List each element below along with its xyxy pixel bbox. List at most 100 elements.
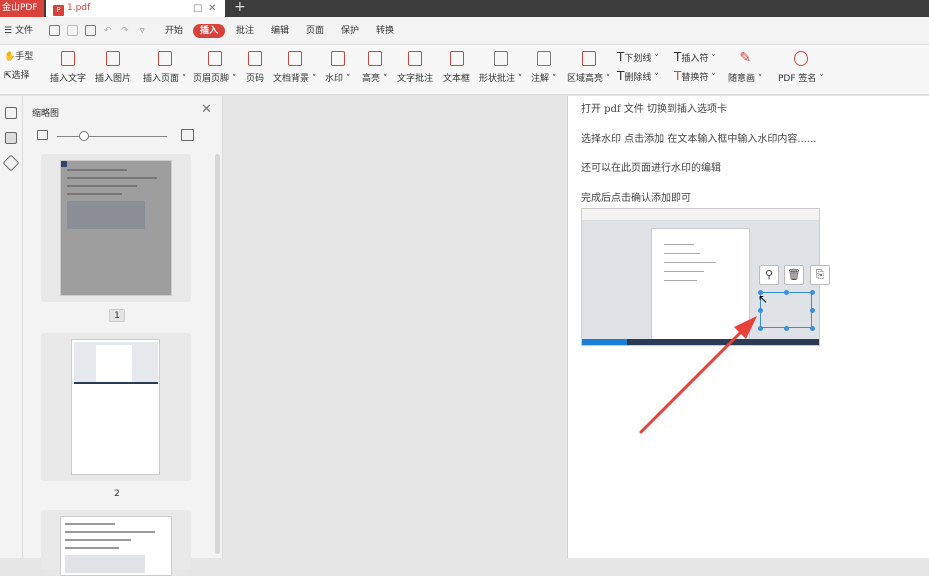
- page-thumbnail-1[interactable]: [60, 160, 172, 296]
- layers-icon[interactable]: [2, 154, 20, 172]
- page-number-2[interactable]: 2: [109, 489, 125, 499]
- copy-icon[interactable]: ⎘: [810, 265, 830, 285]
- menu-file[interactable]: ☰ 文件: [4, 17, 33, 45]
- freehand-button[interactable]: ✎ 随意画 ˅: [728, 51, 762, 85]
- cursor-arrow-icon: ⇱: [4, 71, 12, 81]
- screenshot-text-line: [664, 271, 704, 272]
- page-number-label: 页码: [246, 74, 265, 84]
- page-thumbnail-2[interactable]: [71, 339, 160, 475]
- shape-annotation-button[interactable]: 形状批注 ˅: [479, 51, 522, 84]
- pin-icon[interactable]: ⚲: [759, 265, 779, 285]
- header-footer-button[interactable]: 页眉页脚 ˅: [193, 51, 236, 84]
- menu-edit[interactable]: 编辑: [271, 17, 289, 45]
- app-name[interactable]: 金山PDF: [0, 0, 44, 17]
- strikethrough-label: 删除线: [624, 73, 652, 83]
- undo-icon[interactable]: ↶: [104, 17, 112, 45]
- zoom-in-image-icon[interactable]: [181, 129, 194, 141]
- save-icon[interactable]: [67, 25, 78, 36]
- thumbnail-marker: [61, 161, 67, 167]
- thumbnail-card-2[interactable]: [41, 333, 191, 481]
- menu-bar: ☰ 文件 ↶ ↷ ▿ 开始 插入 批注 编辑 页面 保护 转换: [0, 17, 929, 45]
- screenshot-text-line: [664, 280, 697, 281]
- instruction-line-2: 选择水印 点击添加 在文本输入框中输入水印内容......: [581, 134, 817, 145]
- hand-label: 手型: [15, 52, 34, 62]
- thumbnail-scrollbar[interactable]: [215, 154, 220, 554]
- symbol-group: T插入符 ˅ T替换符 ˅: [674, 48, 716, 86]
- pdf-sign-button[interactable]: PDF 签名 ˅: [778, 51, 824, 84]
- note-button[interactable]: 注解 ˅: [531, 51, 556, 84]
- resize-handle[interactable]: [810, 290, 815, 295]
- select-tool[interactable]: ⇱选择: [4, 67, 33, 86]
- menu-start[interactable]: 开始: [165, 17, 183, 45]
- strikethrough-button[interactable]: T删除线 ˅: [617, 67, 659, 86]
- text-annotation-button[interactable]: 文字批注: [397, 51, 433, 84]
- hamburger-icon: ☰: [4, 26, 13, 36]
- resize-handle[interactable]: [810, 308, 815, 313]
- pdf-sign-label: PDF 签名: [778, 74, 817, 84]
- resize-handle[interactable]: [758, 308, 763, 313]
- hand-select-group: ✋手型 ⇱选择: [4, 48, 33, 86]
- area-highlight-button[interactable]: 区域高亮 ˅: [567, 51, 610, 84]
- quick-access-dropdown-icon[interactable]: ▿: [140, 17, 145, 45]
- page-number-icon: [248, 51, 262, 66]
- screenshot-toolbar: [582, 209, 819, 221]
- header-footer-label: 页眉页脚: [193, 74, 230, 84]
- page-number-1[interactable]: 1: [109, 309, 125, 322]
- insert-text-button[interactable]: 插入文字: [50, 51, 86, 84]
- document-tab[interactable]: P 1.pdf □ ✕: [46, 0, 225, 17]
- doc-background-button[interactable]: 文档背景 ˅: [273, 51, 316, 84]
- resize-handle[interactable]: [810, 326, 815, 331]
- thumbnail-icon[interactable]: [5, 132, 17, 144]
- hand-tool[interactable]: ✋手型: [4, 48, 33, 67]
- insert-symbol-button[interactable]: T插入符 ˅: [674, 48, 716, 67]
- trash-icon[interactable]: 🗑: [784, 265, 804, 285]
- resize-handle[interactable]: [784, 326, 789, 331]
- text-box-icon: [449, 51, 464, 66]
- replace-symbol-button[interactable]: T替换符 ˅: [674, 67, 716, 86]
- menu-page[interactable]: 页面: [306, 17, 324, 45]
- pdf-page: 打开 pdf 文件 切换到插入选项卡 选择水印 点击添加 在文本输入框中输入水印…: [567, 96, 929, 558]
- menu-comment[interactable]: 批注: [236, 17, 254, 45]
- zoom-slider-track[interactable]: [57, 136, 167, 137]
- restore-window-icon[interactable]: □: [193, 0, 202, 17]
- thumbnail-card-1[interactable]: [41, 154, 191, 302]
- insert-page-label: 插入页面: [143, 74, 180, 84]
- watermark-label: 水印: [325, 74, 344, 84]
- thumb-taskbar: [74, 382, 158, 384]
- highlight-button[interactable]: 高亮 ˅: [362, 51, 387, 84]
- resize-handle[interactable]: [758, 326, 763, 331]
- close-tab-icon[interactable]: ✕: [208, 0, 216, 17]
- screenshot-start-area: [582, 339, 627, 345]
- open-icon[interactable]: [49, 25, 60, 36]
- resize-handle[interactable]: [784, 290, 789, 295]
- menu-insert[interactable]: 插入: [193, 24, 226, 38]
- insert-toolbar: ✋手型 ⇱选择 插入文字 插入图片 插入页面 ˅ 页眉页脚 ˅ 页码 文档背景 …: [0, 45, 929, 95]
- screenshot-text-line: [664, 244, 694, 245]
- menu-convert[interactable]: 转换: [376, 17, 394, 45]
- page-number-button[interactable]: 页码: [246, 51, 264, 84]
- panel-title: 缩略图: [32, 109, 60, 119]
- print-icon[interactable]: [85, 25, 96, 36]
- note-label: 注解: [531, 74, 550, 84]
- text-box-button[interactable]: 文本框: [443, 51, 470, 84]
- signature-icon: [793, 51, 808, 66]
- text-box-label: 文本框: [443, 74, 471, 84]
- insert-symbol-label: 插入符: [681, 54, 709, 64]
- new-tab-button[interactable]: +: [234, 0, 246, 15]
- zoom-out-image-icon[interactable]: [37, 130, 48, 140]
- hand-icon: ✋: [4, 52, 16, 62]
- thumbnail-card-3[interactable]: [41, 510, 191, 576]
- watermark-button[interactable]: 水印 ˅: [325, 51, 350, 84]
- insert-page-button[interactable]: 插入页面 ˅: [143, 51, 186, 84]
- underline-button[interactable]: T下划线 ˅: [617, 48, 659, 67]
- close-icon[interactable]: ✕: [201, 102, 212, 117]
- menu-protect[interactable]: 保护: [341, 17, 359, 45]
- bookmark-icon[interactable]: [5, 107, 17, 119]
- thumb-text-line: [65, 539, 131, 541]
- redo-icon[interactable]: ↷: [121, 17, 129, 45]
- page-thumbnail-3[interactable]: [60, 516, 172, 576]
- header-footer-icon: [207, 51, 222, 66]
- zoom-slider-handle[interactable]: [79, 131, 89, 141]
- insert-image-button[interactable]: 插入图片: [95, 51, 131, 84]
- menu-file-label: 文件: [14, 26, 33, 36]
